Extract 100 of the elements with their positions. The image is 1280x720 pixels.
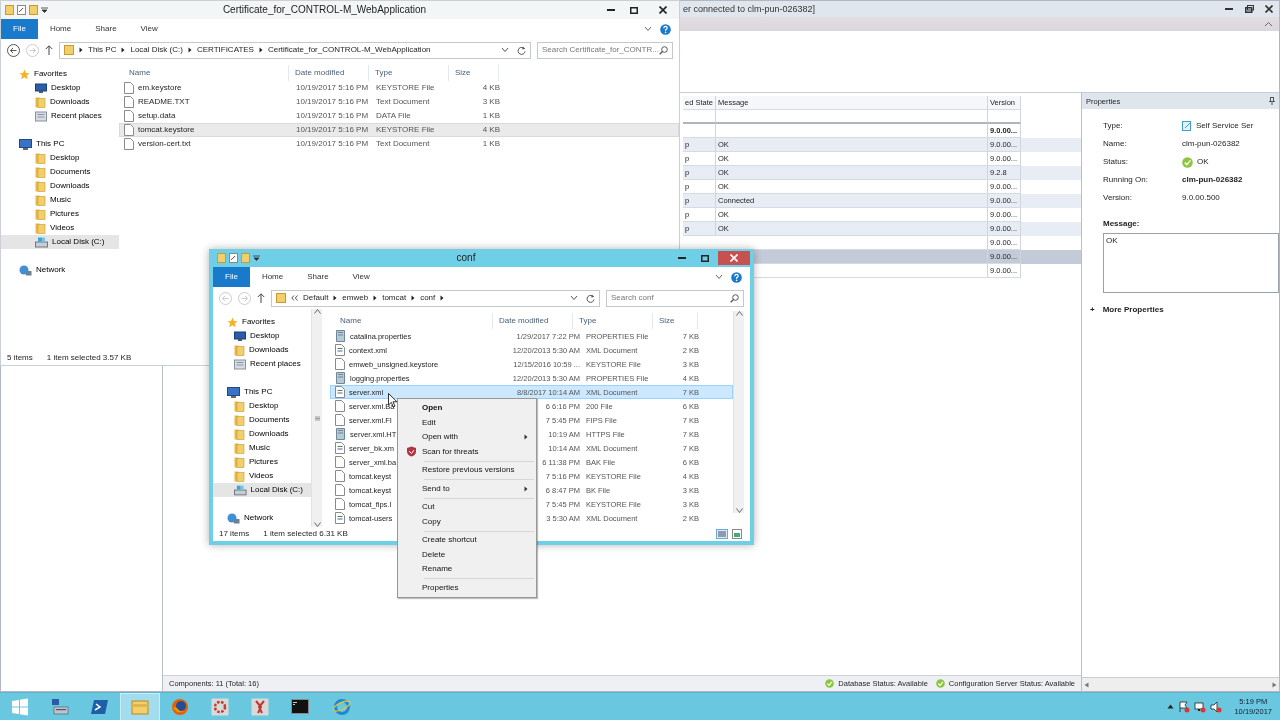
file-type: DATA File bbox=[376, 111, 411, 121]
nav-item[interactable]: Pictures bbox=[213, 455, 286, 469]
nav-item[interactable]: Favorites bbox=[213, 315, 283, 329]
nav-item[interactable]: Network bbox=[213, 511, 282, 525]
menu-item[interactable]: Delete bbox=[400, 547, 534, 562]
address-bar[interactable]: This PC Local Disk (C:) CERTIFICATES Certificate_for_CONTROL-M_WebApplication bbox=[59, 41, 531, 59]
file-date: 10/19/2017 5:16 PM bbox=[296, 83, 369, 93]
breadcrumb[interactable]: tomcat bbox=[382, 293, 407, 303]
nav-item[interactable]: Documents bbox=[213, 413, 298, 427]
menu-item[interactable]: Properties bbox=[400, 580, 534, 595]
field-label: Running On: bbox=[1102, 175, 1149, 185]
status-text: 17 items bbox=[219, 529, 250, 539]
breadcrumb[interactable]: emweb bbox=[342, 293, 369, 303]
search-field[interactable]: Search Certificate_for_CONTR... bbox=[537, 41, 673, 59]
search-placeholder: Search conf bbox=[611, 293, 654, 303]
field-value: 9.0.00.500 bbox=[1182, 193, 1220, 203]
nav-item[interactable]: Videos bbox=[213, 469, 282, 483]
nav-item[interactable]: Music bbox=[213, 441, 278, 455]
breadcrumb[interactable]: conf bbox=[420, 293, 436, 303]
menu-item[interactable]: Edit bbox=[400, 415, 534, 430]
menu-item[interactable]: Restore previous versions bbox=[400, 463, 534, 478]
ribbon-tab[interactable]: Share bbox=[83, 19, 129, 39]
field-value: OK bbox=[1197, 157, 1209, 167]
menu-item[interactable]: Create shortcut bbox=[400, 533, 534, 548]
nav-item[interactable]: Music bbox=[1, 193, 79, 207]
nav-item[interactable]: Desktop bbox=[1, 81, 89, 95]
file-type: KEYSTORE File bbox=[376, 125, 435, 135]
menu-item[interactable]: Copy bbox=[400, 514, 534, 529]
nav-item[interactable]: Downloads bbox=[213, 343, 297, 357]
nav-item[interactable]: Recent places bbox=[1, 109, 110, 123]
address-bar[interactable]: Default emweb tomcat conf bbox=[271, 289, 600, 307]
ribbon-tab[interactable]: View bbox=[128, 19, 170, 39]
nav-item[interactable]: Local Disk (C:) bbox=[1, 235, 119, 249]
status-text: 1 item selected 3.57 KB bbox=[46, 353, 132, 363]
nav-item[interactable]: Local Disk (C:) bbox=[213, 483, 311, 497]
column-header[interactable]: Size bbox=[449, 65, 499, 81]
file-date: 10/19/2017 5:16 PM bbox=[296, 139, 369, 149]
menu-item[interactable]: Send to bbox=[400, 481, 534, 496]
file-size: 4 KB bbox=[482, 83, 500, 93]
column-header[interactable]: Type bbox=[573, 313, 653, 329]
menu-item[interactable]: Open with bbox=[400, 430, 534, 445]
nav-item[interactable]: Downloads bbox=[213, 427, 297, 441]
nav-item[interactable]: Desktop bbox=[1, 151, 88, 165]
column-header[interactable]: Name bbox=[119, 65, 289, 81]
field-label: Status: bbox=[1102, 157, 1129, 167]
breadcrumb[interactable]: Default bbox=[303, 293, 329, 303]
file-date: 10/19/2017 5:16 PM bbox=[296, 125, 369, 135]
nav-item[interactable]: Desktop bbox=[213, 399, 287, 413]
menu-item[interactable]: Scan for threats bbox=[400, 444, 534, 459]
expand-toggle[interactable]: + bbox=[1090, 304, 1095, 315]
ribbon-tab[interactable]: Home bbox=[249, 267, 296, 287]
field-label: Type: bbox=[1102, 121, 1124, 131]
more-properties-link[interactable]: More Properties bbox=[1102, 304, 1164, 315]
nav-item[interactable]: This PC bbox=[213, 385, 281, 399]
file-name: setup.data bbox=[138, 111, 176, 121]
nav-item[interactable]: Documents bbox=[1, 165, 99, 179]
nav-item[interactable]: Desktop bbox=[213, 329, 288, 343]
search-field[interactable]: Search conf bbox=[606, 289, 744, 307]
menu-item[interactable]: Open bbox=[400, 401, 534, 416]
field-value: clm-pun-026382 bbox=[1182, 175, 1243, 185]
file-type: KEYSTORE File bbox=[376, 83, 435, 93]
nav-item[interactable]: Downloads bbox=[1, 179, 98, 193]
menu-item[interactable]: Cut bbox=[400, 500, 534, 515]
file-size: 4 KB bbox=[482, 125, 500, 135]
file-tab[interactable]: File bbox=[213, 267, 250, 287]
file-name: em.keystore bbox=[138, 83, 182, 93]
ribbon-tab[interactable]: Share bbox=[295, 267, 341, 287]
nav-item[interactable]: Videos bbox=[1, 221, 83, 235]
nav-item[interactable]: This PC bbox=[1, 137, 73, 151]
file-type: Text Document bbox=[376, 97, 430, 107]
file-type: Text Document bbox=[376, 139, 430, 149]
file-size: 1 KB bbox=[482, 139, 500, 149]
column-header[interactable]: Size bbox=[653, 313, 698, 329]
window-title: Certificate_for_CONTROL-M_WebApplication bbox=[221, 4, 428, 16]
nav-item[interactable]: Pictures bbox=[1, 207, 87, 221]
nav-item[interactable]: Network bbox=[1, 263, 74, 277]
ribbon-tab[interactable]: Home bbox=[37, 19, 84, 39]
field-value: clm-pun-026382 bbox=[1182, 139, 1240, 149]
nav-item[interactable]: Downloads bbox=[1, 95, 98, 109]
column-header[interactable]: Date modified bbox=[289, 65, 369, 81]
column-header[interactable]: Date modified bbox=[493, 313, 573, 329]
status-text: 1 item selected 6.31 KB bbox=[263, 529, 348, 539]
window-title: er connected to clm-pun-026382] bbox=[683, 3, 816, 15]
breadcrumb[interactable]: Certificate_for_CONTROL-M_WebApplication bbox=[267, 45, 431, 55]
breadcrumb[interactable]: CERTIFICATES bbox=[196, 45, 254, 55]
breadcrumb[interactable]: Local Disk (C:) bbox=[130, 45, 183, 55]
column-header[interactable]: Name bbox=[330, 313, 493, 329]
menu-item[interactable]: Rename bbox=[400, 562, 534, 577]
field-label: Version: bbox=[1102, 193, 1133, 203]
nav-item[interactable]: Favorites bbox=[1, 67, 75, 81]
file-size: 3 KB bbox=[482, 97, 500, 107]
field-label: Name: bbox=[1102, 139, 1128, 149]
nav-item[interactable]: Recent places bbox=[213, 357, 309, 371]
search-placeholder: Search Certificate_for_CONTR... bbox=[542, 45, 659, 55]
message-box[interactable]: OK bbox=[1103, 232, 1279, 293]
breadcrumb[interactable]: This PC bbox=[88, 45, 117, 55]
column-header[interactable]: Type bbox=[369, 65, 449, 81]
ribbon-tab[interactable]: View bbox=[340, 267, 382, 287]
file-tab[interactable]: File bbox=[1, 19, 38, 39]
field-label: Message: bbox=[1103, 219, 1140, 228]
